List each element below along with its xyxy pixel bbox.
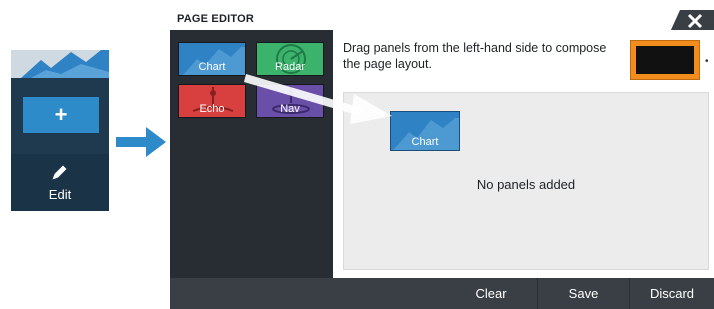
dialog-title: PAGE EDITOR bbox=[177, 13, 254, 25]
edit-label: Edit bbox=[48, 187, 72, 202]
clear-button[interactable]: Clear bbox=[445, 278, 537, 309]
title-bar: PAGE EDITOR bbox=[170, 10, 714, 32]
panel-tile-chart[interactable]: Chart bbox=[178, 42, 246, 76]
discard-button[interactable]: Discard bbox=[629, 278, 714, 309]
swatch-inner bbox=[636, 46, 694, 74]
save-button[interactable]: Save bbox=[537, 278, 629, 309]
action-bar: Clear Save Discard bbox=[170, 278, 714, 309]
plus-icon: + bbox=[54, 102, 68, 127]
page-editor-dialog: PAGE EDITOR Chart Radar Echo Nav Drag pa… bbox=[170, 10, 714, 309]
pencil-icon bbox=[52, 165, 67, 180]
chart-thumbnail-icon[interactable] bbox=[11, 50, 109, 78]
close-icon[interactable] bbox=[670, 10, 714, 32]
panel-label: Chart bbox=[198, 61, 226, 73]
dragging-panel-label: Chart bbox=[411, 136, 439, 148]
empty-message: No panels added bbox=[476, 177, 576, 192]
right-arrow-icon bbox=[116, 127, 166, 157]
mini-menu: + Edit bbox=[11, 50, 109, 211]
add-button[interactable]: + bbox=[23, 97, 99, 133]
panel-tile-echo[interactable]: Echo bbox=[178, 84, 246, 118]
dropdown-caret-icon[interactable]: • bbox=[705, 56, 709, 67]
panel-label: Echo bbox=[199, 103, 225, 115]
edit-button[interactable]: Edit bbox=[11, 154, 109, 211]
layout-color-swatch[interactable] bbox=[630, 40, 700, 80]
drag-arrow-icon bbox=[244, 74, 392, 124]
